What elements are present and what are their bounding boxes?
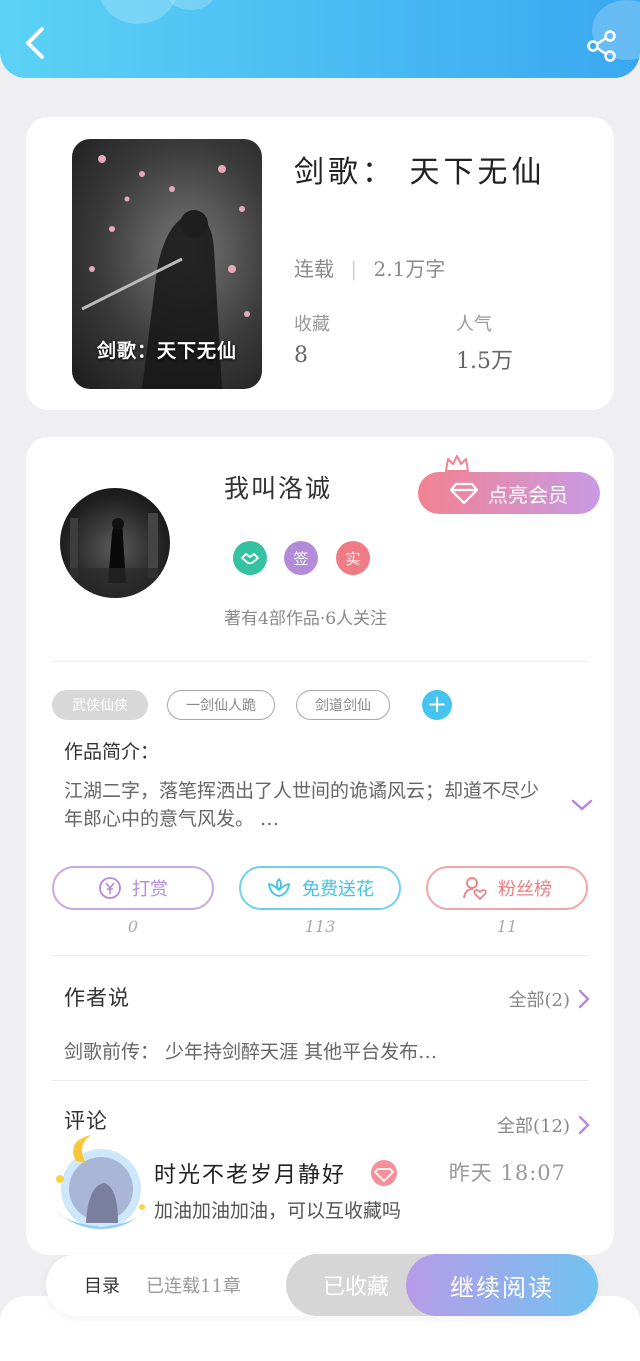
fan-ranking-label: 粉丝榜 (498, 879, 552, 900)
book-detail-card: 我叫洛诚 点亮会员 签 实 著有4部作品·6人关注 武侠仙侠 一剑仙人跪 剑道剑… (26, 437, 614, 1255)
intro-label: 作品简介： (64, 741, 160, 763)
book-title: 剑歌： 天下无仙 (294, 155, 546, 190)
commenter-name[interactable]: 时光不老岁月静好 (154, 1157, 346, 1189)
tag-genre[interactable]: 武侠仙侠 (52, 690, 148, 720)
tag-item[interactable]: 一剑仙人跪 (167, 690, 275, 720)
intro-text: 江湖二字，落笔挥洒出了人世间的诡谲风云；却道不尽少年郎心中的意气风发。 … (64, 780, 540, 830)
flower-icon (268, 878, 290, 897)
collect-value: 8 (294, 343, 308, 368)
chapter-count: 已连载11章 (146, 1276, 241, 1297)
comment-text[interactable]: 加油加油加油，可以互收藏吗 (154, 1196, 401, 1223)
verified-badge-icon: 实 (336, 541, 370, 575)
meta-separator: | (350, 257, 358, 281)
comments-more-link[interactable]: 全部(12) (497, 1112, 590, 1138)
fan-ranking-button[interactable]: 粉丝榜 (426, 866, 588, 910)
fan-heart-icon (463, 877, 487, 901)
vip-button-label: 点亮会员 (488, 482, 568, 507)
chevron-right-icon (578, 1115, 590, 1135)
add-tag-button[interactable]: + (422, 690, 452, 720)
reward-button[interactable]: 打赏 (52, 866, 214, 910)
flower-count: 113 (304, 917, 336, 936)
divider (52, 661, 588, 662)
tag-item[interactable]: 剑道剑仙 (296, 690, 390, 720)
send-flower-label: 免费送花 (302, 879, 374, 900)
author-stats: 著有4部作品·6人关注 (224, 609, 388, 629)
diamond-icon (450, 482, 478, 504)
author-name[interactable]: 我叫洛诚 (224, 469, 332, 505)
chevron-right-icon (578, 989, 590, 1009)
bottom-action-bar: 目录 已连载11章 已收藏 继续阅读 (46, 1254, 598, 1316)
collect-label: 收藏 (294, 314, 330, 335)
chevron-left-icon (26, 27, 44, 59)
book-cover[interactable]: 剑歌：天下无仙 (72, 139, 262, 389)
share-icon (587, 30, 616, 62)
popularity-label: 人气 (456, 314, 492, 335)
decor-bubble (168, 0, 214, 10)
reward-count: 0 (127, 917, 139, 936)
decor-bubble (98, 0, 178, 24)
comment-time: 昨天 18:07 (448, 1161, 566, 1185)
handshake-icon (233, 541, 267, 575)
continue-reading-button[interactable]: 继续阅读 (406, 1254, 598, 1316)
author-say-text[interactable]: 剑歌前传： 少年持剑醉天涯 其他平台发布… (64, 1037, 437, 1064)
divider (52, 955, 588, 956)
author-say-more-label: 全部(2) (508, 990, 571, 1011)
author-say-more-link[interactable]: 全部(2) (509, 986, 591, 1012)
send-flower-button[interactable]: 免费送花 (239, 866, 401, 910)
book-info-card: 剑歌：天下无仙 剑歌： 天下无仙 连载 | 2.1万字 收藏 8 人气 1.5万 (26, 117, 614, 410)
commenter-avatar[interactable] (46, 1131, 156, 1241)
yen-coin-icon (99, 877, 121, 899)
author-avatar[interactable] (60, 488, 170, 598)
catalog-button[interactable]: 目录 (84, 1272, 120, 1298)
cover-title: 剑歌：天下无仙 (96, 340, 237, 362)
vip-diamond-badge-icon (371, 1160, 397, 1186)
popularity-value: 1.5万 (456, 349, 513, 374)
comments-more-label: 全部(12) (497, 1116, 570, 1137)
author-say-title: 作者说 (64, 986, 130, 1010)
divider (52, 1080, 588, 1081)
fan-count: 11 (496, 917, 518, 936)
header-bar (0, 0, 640, 78)
share-button[interactable] (586, 30, 618, 62)
avatar-image (60, 513, 170, 598)
book-status: 连载 (294, 257, 334, 281)
back-button[interactable] (22, 26, 50, 60)
book-word-count: 2.1万字 (373, 257, 446, 281)
sign-badge-icon: 签 (284, 541, 318, 575)
book-meta: 连载 | 2.1万字 (294, 253, 445, 282)
chevron-down-icon[interactable] (570, 797, 594, 813)
vip-activate-button[interactable]: 点亮会员 (418, 472, 600, 514)
reward-label: 打赏 (132, 879, 168, 900)
